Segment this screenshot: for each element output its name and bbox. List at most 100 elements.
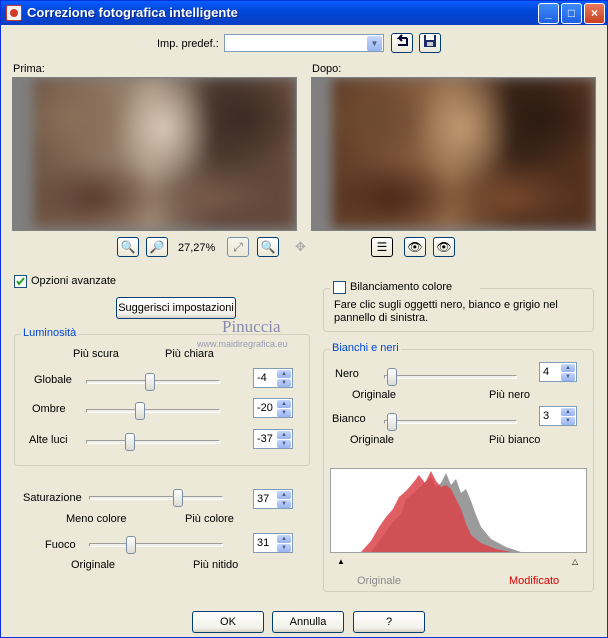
brightness-title: Luminosità <box>21 327 79 339</box>
histogram <box>330 468 587 553</box>
white-spinbox[interactable]: 3 ▲ ▼ <box>539 406 577 426</box>
spin-down-icon[interactable]: ▼ <box>277 544 291 552</box>
after-photo <box>332 78 595 228</box>
fit-window-icon: ⤢ <box>233 240 243 254</box>
zoom-in-icon: 🔎 <box>149 240 165 254</box>
black-low-label: Originale <box>352 389 397 401</box>
saturation-slider-thumb[interactable] <box>173 489 183 507</box>
advanced-options-checkbox[interactable] <box>14 275 27 288</box>
spin-up-icon[interactable]: ▲ <box>277 400 291 408</box>
before-preview[interactable] <box>12 77 297 231</box>
spin-up-icon[interactable]: ▲ <box>277 491 291 499</box>
floppy-disk-icon <box>424 35 436 47</box>
maximize-button[interactable]: □ <box>561 3 582 24</box>
shadows-spinbox[interactable]: -20 ▲ ▼ <box>253 398 293 418</box>
saturation-low-label: Meno colore <box>66 513 127 525</box>
reset-button[interactable] <box>391 33 413 53</box>
focus-high-label: Più nitido <box>193 559 239 571</box>
split-view-button[interactable]: ☰ <box>371 237 393 257</box>
suggest-settings-button[interactable]: Suggerisci impostazioni <box>116 297 236 319</box>
white-high-label: Più bianco <box>489 434 541 446</box>
histogram-original-label: Originale <box>357 575 402 587</box>
focus-spinbox[interactable]: 31 ▲ ▼ <box>253 533 293 553</box>
histogram-graph <box>361 471 521 552</box>
black-slider-track[interactable] <box>384 375 517 379</box>
chevron-down-icon[interactable]: ▼ <box>367 36 382 51</box>
fit-window-button[interactable]: ⤢ <box>227 237 249 257</box>
before-photo <box>33 78 296 228</box>
color-balance-hint: Fare clic sugli oggetti nero, bianco e g… <box>334 299 558 324</box>
shadows-slider-track[interactable] <box>86 409 220 413</box>
white-point-marker-icon[interactable]: △ <box>572 557 578 566</box>
black-slider-thumb[interactable] <box>387 368 397 386</box>
before-label: Prima: <box>13 63 45 75</box>
preset-select[interactable]: ▼ <box>224 34 384 52</box>
highlights-spinbox[interactable]: -37 ▲ ▼ <box>253 429 293 449</box>
global-spinbox[interactable]: -4 ▲ ▼ <box>253 368 293 388</box>
spin-up-icon[interactable]: ▲ <box>277 370 291 378</box>
saturation-spinbox[interactable]: 37 ▲ ▼ <box>253 489 293 509</box>
advanced-options-label: Opzioni avanzate <box>31 275 116 287</box>
spin-down-icon[interactable]: ▼ <box>277 409 291 417</box>
help-button[interactable]: ? <box>353 611 425 633</box>
zoom-100-button[interactable]: 🔍 <box>257 237 279 257</box>
eye-icon: 👁 <box>436 240 452 254</box>
shadows-slider-thumb[interactable] <box>135 402 145 420</box>
focus-low-label: Originale <box>71 559 116 571</box>
black-label: Nero <box>335 368 359 380</box>
after-label: Dopo: <box>312 63 342 75</box>
black-spinbox[interactable]: 4 ▲ ▼ <box>539 362 577 382</box>
preset-label: Imp. predef.: <box>157 38 219 50</box>
ok-button[interactable]: OK <box>192 611 264 633</box>
undo-arrow-icon <box>396 34 408 46</box>
title-bar[interactable]: Correzione fotografica intelligente _ □ … <box>1 1 607 25</box>
color-balance-label: Bilanciamento colore <box>350 281 453 293</box>
spin-up-icon[interactable]: ▲ <box>277 431 291 439</box>
highlights-slider-track[interactable] <box>86 440 220 444</box>
spin-up-icon[interactable]: ▲ <box>561 408 575 416</box>
saturation-label: Saturazione <box>23 492 82 504</box>
white-label: Bianco <box>332 413 366 425</box>
saturation-slider-track[interactable] <box>89 496 223 500</box>
global-slider-thumb[interactable] <box>145 373 155 391</box>
magnifier-icon: 🔍 <box>260 240 276 254</box>
saturation-high-label: Più colore <box>185 513 234 525</box>
focus-slider-thumb[interactable] <box>126 536 136 554</box>
checkmark-icon <box>16 277 25 286</box>
brightness-low-label: Più scura <box>73 348 119 360</box>
focus-label: Fuoco <box>45 539 76 551</box>
zoom-in-button[interactable]: 🔎 <box>146 237 168 257</box>
save-preset-button[interactable] <box>419 33 441 53</box>
minimize-button[interactable]: _ <box>538 3 559 24</box>
after-preview <box>311 77 596 231</box>
color-balance-checkbox[interactable] <box>333 281 346 294</box>
brightness-high-label: Più chiara <box>165 348 214 360</box>
shadows-label: Ombre <box>32 403 66 415</box>
show-clipping-button[interactable]: 👁 <box>404 237 426 257</box>
white-slider-thumb[interactable] <box>387 413 397 431</box>
spin-up-icon[interactable]: ▲ <box>561 364 575 372</box>
spin-down-icon[interactable]: ▼ <box>561 417 575 425</box>
focus-slider-track[interactable] <box>89 543 223 547</box>
spin-down-icon[interactable]: ▼ <box>277 440 291 448</box>
preview-toggle-button[interactable]: 👁 <box>433 237 455 257</box>
black-high-label: Più nero <box>489 389 530 401</box>
spin-down-icon[interactable]: ▼ <box>277 500 291 508</box>
highlights-label: Alte luci <box>29 434 68 446</box>
white-slider-track[interactable] <box>384 420 517 424</box>
split-view-icon: ☰ <box>376 240 388 254</box>
black-point-marker-icon[interactable]: ▲ <box>337 557 345 566</box>
highlights-slider-thumb[interactable] <box>125 433 135 451</box>
histogram-modified-label: Modificato <box>509 575 560 587</box>
close-button[interactable]: × <box>584 3 605 24</box>
global-label: Globale <box>34 374 72 386</box>
spin-down-icon[interactable]: ▼ <box>561 373 575 381</box>
cancel-button[interactable]: Annulla <box>272 611 344 633</box>
zoom-out-icon: 🔍 <box>120 240 136 254</box>
spin-down-icon[interactable]: ▼ <box>277 379 291 387</box>
zoom-level: 27,27% <box>178 242 216 254</box>
spin-up-icon[interactable]: ▲ <box>277 535 291 543</box>
zoom-out-button[interactable]: 🔍 <box>117 237 139 257</box>
app-icon <box>6 5 22 21</box>
pan-icon[interactable]: ✥ <box>295 239 306 255</box>
